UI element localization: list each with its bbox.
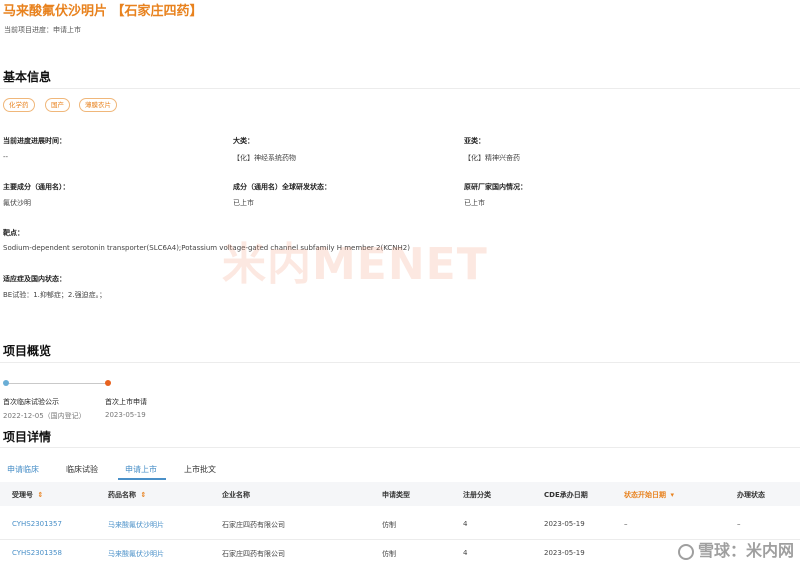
reg-class-cell: 4 [463,520,468,528]
divider [0,447,800,448]
page-title: 马来酸氟伏沙明片 【石家庄四药】 [3,4,203,19]
xueqiu-watermark: 雪球：米内网 [677,537,794,561]
target-value: Sodium-dependent serotonin transporter(S… [3,244,410,252]
handling-status-cell: – [737,520,741,528]
timeline-connector [6,383,106,384]
overview-heading: 项目概览 [3,344,52,358]
tab-clinical-trial[interactable]: 临床试验 [66,464,98,475]
tab-active-indicator [118,478,166,480]
indication-label: 适应症及国内状态： [3,275,66,283]
column-header-reg-class: 注册分类 [463,491,491,499]
timeline-dot-listing [105,380,111,386]
divider [0,362,800,363]
column-header-acceptance-no[interactable]: 受理号 ⇕ [12,490,43,500]
menet-watermark: 米内MENET [222,239,488,290]
project-progress: 当前项目进度：申请上市 [4,26,81,34]
tab-apply-clinical[interactable]: 申请临床 [7,464,39,475]
global-status-label: 成分（通用名）全球研发状态： [233,183,331,191]
major-class-value: 【化】神经系统药物 [233,154,296,162]
timeline-item-clinical-date: 2022-12-05（国内登记） [3,412,86,420]
timeline-item-listing-date: 2023-05-19 [105,411,146,419]
main-ingredient-value: 氟伏沙明 [3,199,31,207]
cde-date-cell: 2023-05-19 [544,520,585,528]
column-header-drug-name[interactable]: 药品名称 ⇕ [108,490,146,500]
column-header-handling-status: 办理状态 [737,491,765,499]
column-header-cde-date: CDE承办日期 [544,491,588,499]
drug-name-link[interactable]: 马来酸氟伏沙明片 [108,549,164,559]
main-ingredient-label: 主要成分（通用名）： [3,183,70,191]
sort-icon[interactable]: ⇕ [37,491,43,499]
drug-name-link[interactable]: 马来酸氟伏沙明片 [108,520,164,530]
sort-icon[interactable]: ⇕ [140,491,146,499]
column-header-label: 受理号 [12,491,33,499]
column-header-label: 状态开始日期 [624,491,666,499]
basic-info-heading: 基本信息 [3,70,52,84]
timeline-item-listing-name: 首次上市申请 [105,398,147,406]
divider [0,88,800,89]
timeline-dot-clinical [3,380,9,386]
acceptance-no-link[interactable]: CYHS2301358 [12,549,62,557]
sub-class-value: 【化】精神兴奋药 [464,154,520,162]
indication-value: BE试验：1.抑郁症；2.强迫症。； [3,291,107,299]
xueqiu-logo-icon [677,543,694,560]
column-header-status-start-date[interactable]: 状态开始日期 ▾ [624,490,674,500]
sub-class-label: 亚类： [464,137,485,145]
progress-time-label: 当前进度进展时间： [3,137,66,145]
origin-status-label: 原研厂家国内情况： [464,183,527,191]
details-heading: 项目详情 [3,430,52,444]
progress-time-value: -- [3,153,9,161]
target-label: 靶点： [3,229,24,237]
tag-drug-type: 化学药 [3,98,35,112]
apply-type-cell: 仿制 [382,521,396,529]
global-status-value: 已上市 [233,199,254,207]
major-class-label: 大类： [233,137,254,145]
acceptance-no-link[interactable]: CYHS2301357 [12,520,62,528]
column-header-apply-type: 申请类型 [382,491,410,499]
company-cell: 石家庄四药有限公司 [222,550,285,558]
company-cell: 石家庄四药有限公司 [222,521,285,529]
column-header-company: 企业名称 [222,491,250,499]
cde-date-cell: 2023-05-19 [544,549,585,557]
xueqiu-watermark-text: 雪球：米内网 [697,541,794,560]
column-header-label: 药品名称 [108,491,136,499]
apply-type-cell: 仿制 [382,550,396,558]
reg-class-cell: 4 [463,549,468,557]
tag-origin: 国产 [45,98,70,112]
timeline-item-clinical-name: 首次临床试验公示 [3,398,59,406]
tab-listing-approval[interactable]: 上市批文 [184,464,216,475]
sort-desc-icon[interactable]: ▾ [670,491,674,499]
tab-apply-listing[interactable]: 申请上市 [125,464,157,475]
tag-dosage-form: 薄膜衣片 [79,98,117,112]
origin-status-value: 已上市 [464,199,485,207]
status-start-date-cell: – [624,520,628,528]
